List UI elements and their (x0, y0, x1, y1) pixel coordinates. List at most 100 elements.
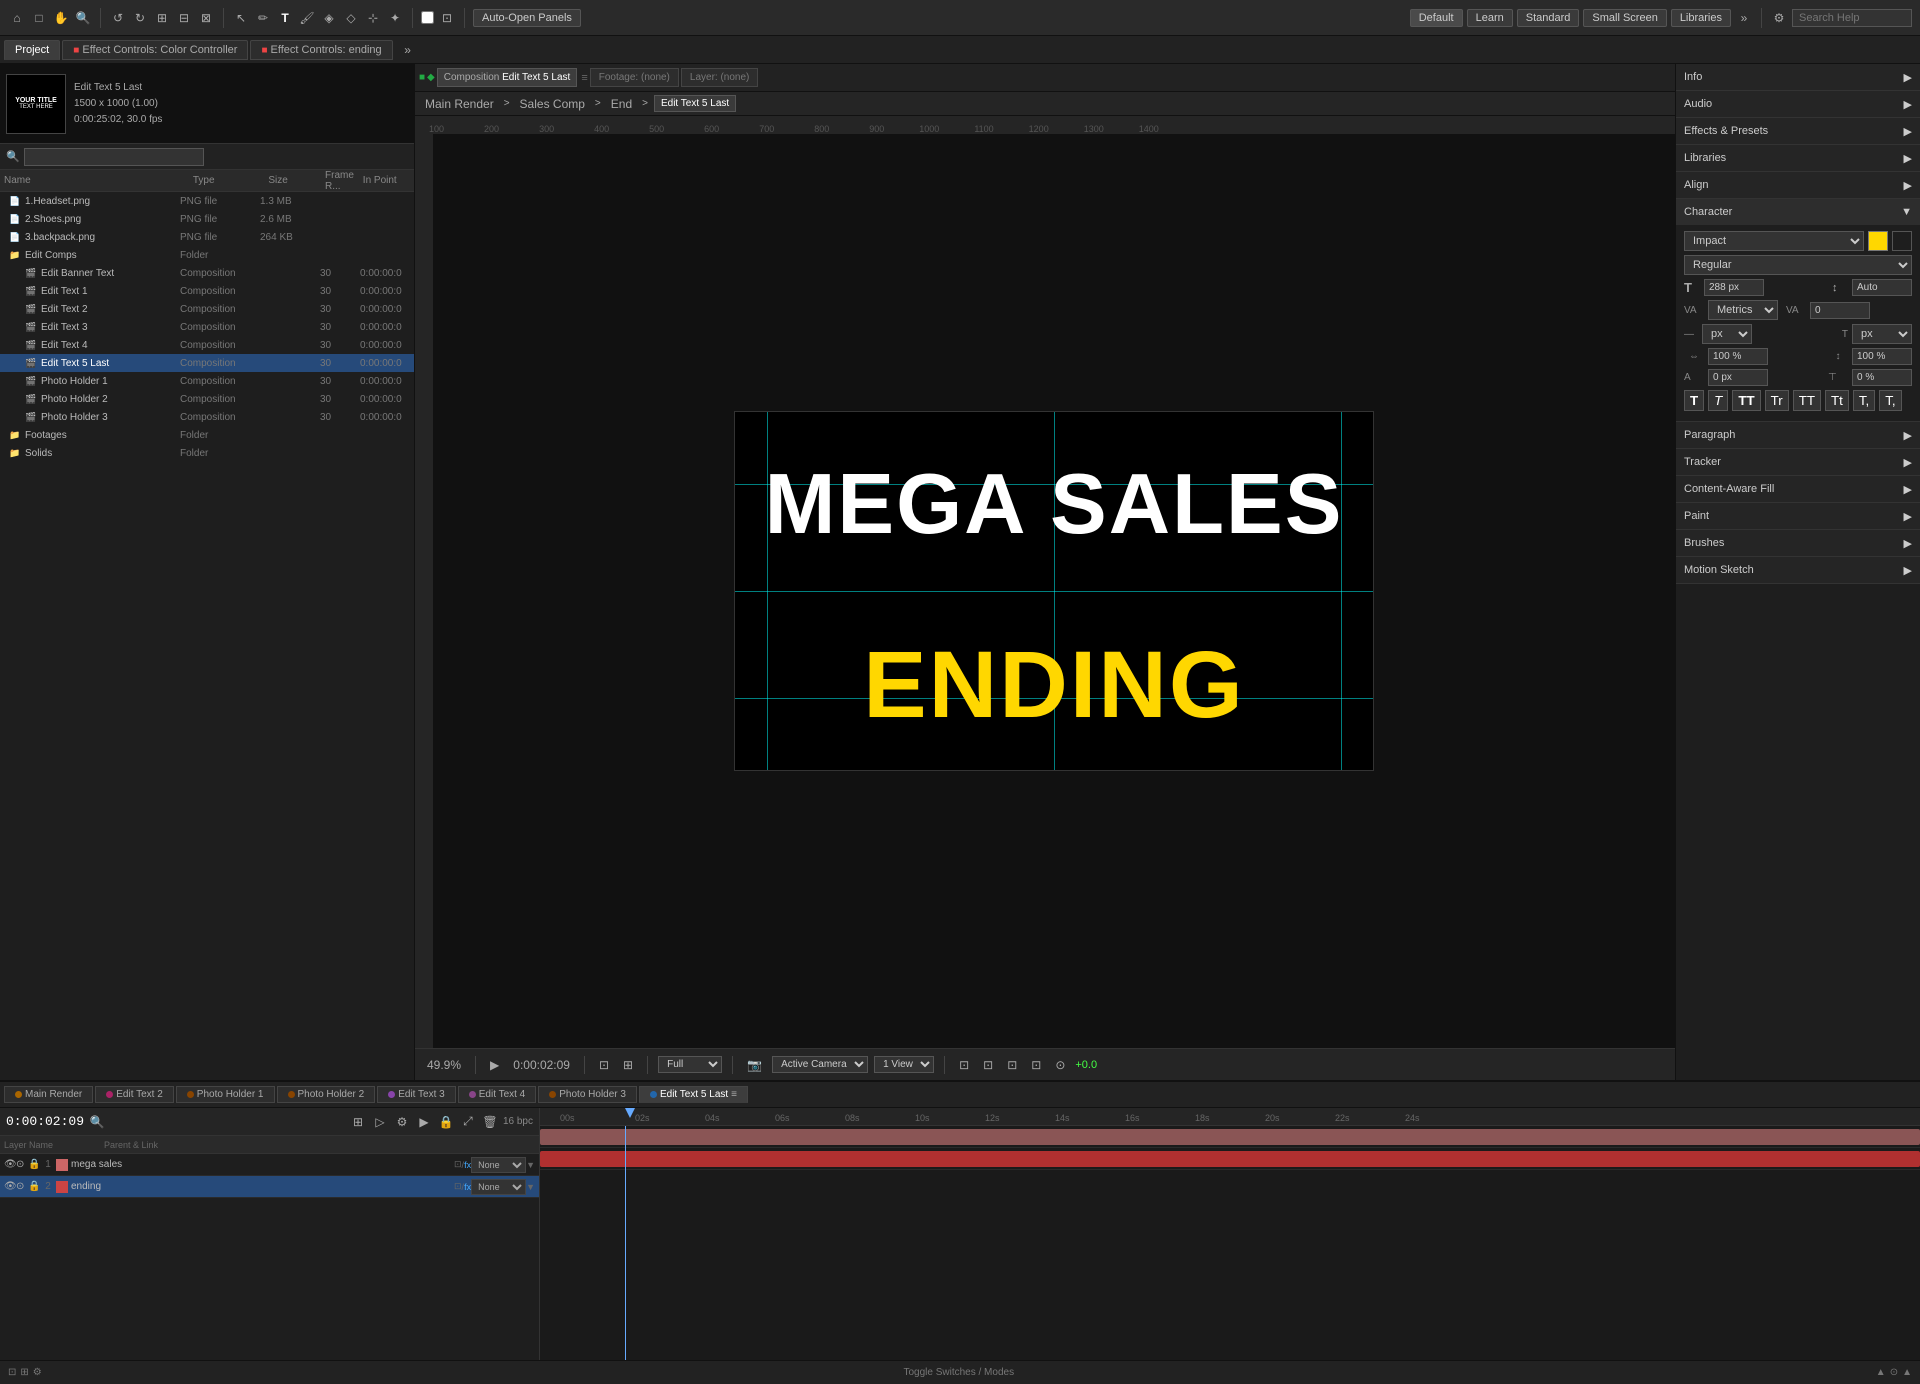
tab-project[interactable]: Project (4, 40, 60, 60)
snapping-checkbox[interactable] (421, 11, 434, 24)
select-icon[interactable]: ↖ (232, 9, 250, 27)
allcaps-btn[interactable]: TT (1793, 390, 1821, 411)
brush-icon[interactable]: 🖌 (298, 9, 316, 27)
track-bar-ending[interactable] (540, 1151, 1920, 1167)
layer-mode-2[interactable]: None (471, 1179, 526, 1195)
auto-open-panels-btn[interactable]: Auto-Open Panels (473, 9, 581, 27)
comp-tab-pin[interactable]: ≡ (581, 72, 587, 84)
timecode-display[interactable]: 0:00:02:09 (509, 1056, 574, 1074)
breadcrumb-sales-comp[interactable]: Sales Comp (516, 95, 589, 113)
text-icon[interactable]: T (276, 9, 294, 27)
home-icon[interactable]: ⌂ (8, 9, 26, 27)
zoom-icon[interactable]: 🔍 (74, 9, 92, 27)
layer-tab[interactable]: Layer: (none) (681, 68, 758, 87)
brushes-header[interactable]: Brushes ▶ (1676, 530, 1920, 556)
zoom-display[interactable]: 49.9% (423, 1056, 465, 1074)
scale-h-input[interactable] (1708, 348, 1768, 365)
play-btn[interactable]: ▶ (486, 1056, 503, 1074)
tl-ctrl-icon6[interactable]: ▲ (1902, 1367, 1912, 1378)
tl-tab-edit-text2[interactable]: Edit Text 2 (95, 1086, 174, 1103)
tl-play-icon[interactable]: ▶ (415, 1113, 433, 1131)
tree-item-edit-text-2[interactable]: 🎬 Edit Text 2 Composition 30 0:00:00:0 (0, 300, 414, 318)
tool5-icon[interactable]: ⊠ (197, 9, 215, 27)
align-header[interactable]: Align ▶ (1676, 172, 1920, 198)
preview-controls[interactable]: ⊡ (955, 1056, 973, 1074)
layer-mode-dropdown[interactable]: ▼ (526, 1160, 535, 1170)
info-header[interactable]: Info ▶ (1676, 64, 1920, 90)
kerning-select[interactable]: Metrics (1708, 300, 1778, 320)
sync-icon[interactable]: ⊙ (1051, 1056, 1069, 1074)
quality-select[interactable]: FullHalfQuarter (658, 1056, 722, 1073)
comp-tab-label[interactable]: Composition Edit Text 5 Last (437, 68, 578, 87)
stamp-icon[interactable]: ◇ (342, 9, 360, 27)
learn-workspace-btn[interactable]: Learn (1467, 9, 1513, 27)
project-search-input[interactable] (24, 148, 204, 166)
tree-item-edit-text-3[interactable]: 🎬 Edit Text 3 Composition 30 0:00:00:0 (0, 318, 414, 336)
timeline-timecode[interactable]: 0:00:02:09 (6, 1114, 84, 1129)
edit-text5-last-menu[interactable]: ≡ (731, 1089, 737, 1100)
tree-item-edit-comps[interactable]: 📁 Edit Comps Folder (0, 246, 414, 264)
tl-ctrl-icon2[interactable]: ⊞ (20, 1367, 28, 1378)
scale-v-input[interactable] (1852, 348, 1912, 365)
smallcaps-btn[interactable]: Tt (1825, 390, 1849, 411)
tl-ctrl-icon4[interactable]: ▲ (1876, 1367, 1886, 1378)
text-color-swatch[interactable] (1868, 231, 1888, 251)
font-select[interactable]: Impact (1684, 231, 1864, 251)
italic-btn[interactable]: T (1708, 390, 1728, 411)
paint-header[interactable]: Paint ▶ (1676, 503, 1920, 529)
tree-item-edit-text-5-last[interactable]: 🎬 Edit Text 5 Last Composition 30 0:00:0… (0, 354, 414, 372)
tl-tab-edit-text4[interactable]: Edit Text 4 (458, 1086, 537, 1103)
font-size-input[interactable] (1704, 279, 1764, 296)
faux-bold-btn[interactable]: TT (1732, 390, 1760, 411)
layer-shy-icon2[interactable]: ⊡ (454, 1181, 462, 1192)
preview-settings[interactable]: ⊡ (1003, 1056, 1021, 1074)
tl-ctrl-icon5[interactable]: ⊙ (1890, 1367, 1898, 1378)
unit-select[interactable]: px (1702, 324, 1752, 344)
breadcrumb-main-render[interactable]: Main Render (421, 95, 498, 113)
stroke-color-swatch[interactable] (1892, 231, 1912, 251)
tree-item-edit-text-1[interactable]: 🎬 Edit Text 1 Composition 30 0:00:00:0 (0, 282, 414, 300)
libraries-workspace-btn[interactable]: Libraries (1671, 9, 1731, 27)
sub-btn[interactable]: T, (1879, 390, 1901, 411)
standard-workspace-btn[interactable]: Standard (1517, 9, 1580, 27)
tl-tab-photo-holder1[interactable]: Photo Holder 1 (176, 1086, 275, 1103)
more-workspaces-icon[interactable]: » (1735, 9, 1753, 27)
line-height-input[interactable] (1852, 279, 1912, 296)
tree-item-3.backpack.png[interactable]: 📄 3.backpack.png PNG file 264 KB (0, 228, 414, 246)
tl-trash-icon[interactable]: 🗑 (481, 1113, 499, 1131)
effects-presets-header[interactable]: Effects & Presets ▶ (1676, 118, 1920, 144)
tl-settings-icon[interactable]: ⚙ (393, 1113, 411, 1131)
tracker-header[interactable]: Tracker ▶ (1676, 449, 1920, 475)
tl-expand-icon[interactable]: ⤢ (459, 1113, 477, 1131)
footage-tab[interactable]: Footage: (none) (590, 68, 679, 87)
layer-mega-sales[interactable]: 👁 ⊙ 🔒 1 mega sales ⊡ / fx None ▼ (0, 1154, 539, 1176)
tree-item-solids[interactable]: 📁 Solids Folder (0, 444, 414, 462)
layer-fx2-icon2[interactable]: fx (464, 1182, 471, 1192)
search-input[interactable] (1792, 9, 1912, 27)
pen-icon[interactable]: ✏ (254, 9, 272, 27)
tl-render-icon[interactable]: ▷ (371, 1113, 389, 1131)
snap-icon[interactable]: ⊡ (438, 9, 456, 27)
tree-item-2.shoes.png[interactable]: 📄 2.Shoes.png PNG file 2.6 MB (0, 210, 414, 228)
comp-tab-main[interactable]: ■ ◆ Composition Edit Text 5 Last ≡ (419, 68, 588, 87)
preview-play[interactable]: ⊡ (979, 1056, 997, 1074)
region-btn[interactable]: ⊡ (595, 1056, 613, 1074)
tool3-icon[interactable]: ⊞ (153, 9, 171, 27)
pin-icon[interactable]: ✦ (386, 9, 404, 27)
settings-icon[interactable]: ⚙ (1770, 9, 1788, 27)
tl-tab-photo-holder3[interactable]: Photo Holder 3 (538, 1086, 637, 1103)
rotate-icon[interactable]: ↺ (109, 9, 127, 27)
tree-item-edit-text-4[interactable]: 🎬 Edit Text 4 Composition 30 0:00:00:0 (0, 336, 414, 354)
tree-item-photo-holder-3[interactable]: 🎬 Photo Holder 3 Composition 30 0:00:00:… (0, 408, 414, 426)
faux-italic-btn[interactable]: Tr (1765, 390, 1789, 411)
puppet-icon[interactable]: ⊹ (364, 9, 382, 27)
expand-panels-icon[interactable]: » (399, 41, 417, 59)
tree-item-footages[interactable]: 📁 Footages Folder (0, 426, 414, 444)
rotate2-icon[interactable]: ↻ (131, 9, 149, 27)
unit2-select[interactable]: px (1852, 324, 1912, 344)
tl-lock-icon[interactable]: 🔒 (437, 1113, 455, 1131)
layer-solo-icon[interactable]: ⊙ (16, 1159, 28, 1170)
layer-lock-icon2[interactable]: 🔒 (28, 1181, 40, 1192)
layer-mode-dropdown2[interactable]: ▼ (526, 1182, 535, 1192)
breadcrumb-end[interactable]: End (607, 95, 636, 113)
